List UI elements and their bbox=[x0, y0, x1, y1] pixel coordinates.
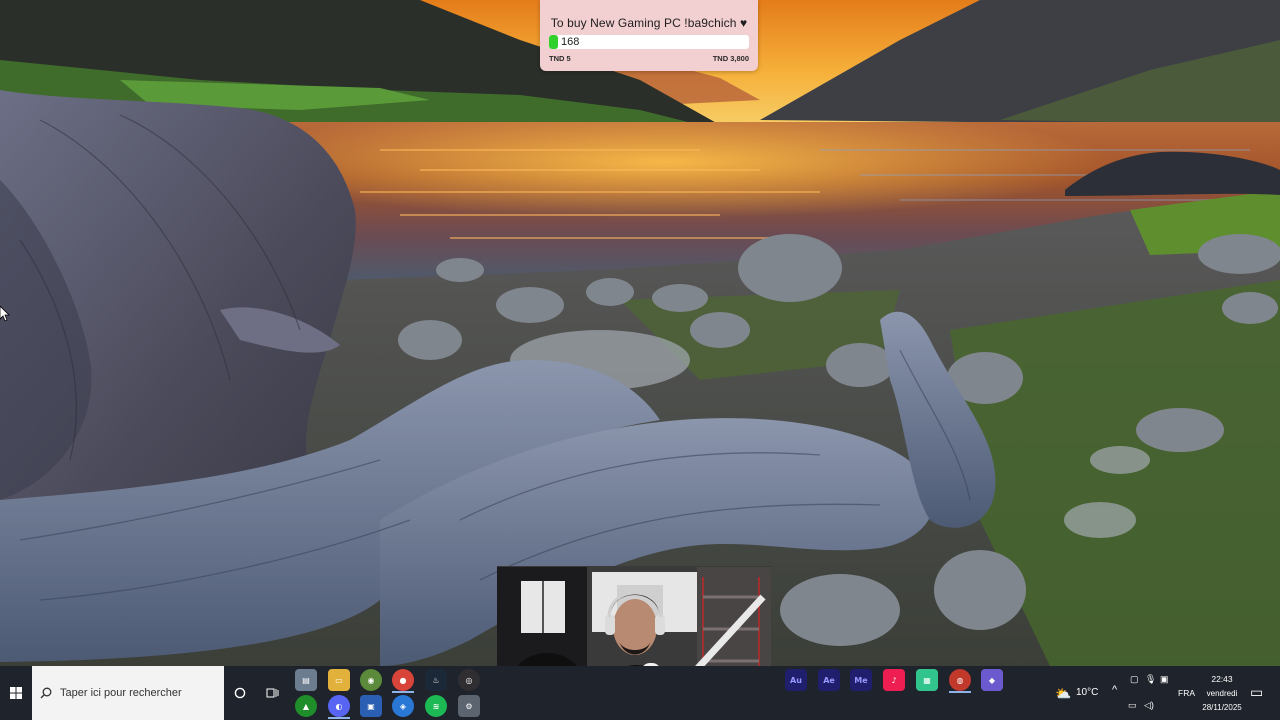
cortana-circle-icon bbox=[234, 687, 246, 699]
gem-app-icon[interactable]: ◆ bbox=[981, 669, 1003, 691]
cortana-button[interactable] bbox=[228, 681, 252, 705]
file-manager-icon[interactable]: ▤ bbox=[295, 669, 317, 691]
goal-min-label: TND 5 bbox=[549, 54, 571, 63]
clock-time[interactable]: 22:43 bbox=[1198, 674, 1246, 684]
task-view-icon bbox=[266, 688, 278, 698]
search-icon bbox=[32, 687, 60, 699]
goal-max-label: TND 3,800 bbox=[712, 54, 749, 63]
razer-icon[interactable]: ▲ bbox=[295, 695, 317, 717]
taskbar-search-box[interactable]: Taper ici pour rechercher bbox=[32, 666, 224, 720]
recorder-app-icon[interactable]: ◍ bbox=[949, 669, 971, 691]
file-explorer-icon[interactable]: ▭ bbox=[328, 669, 350, 691]
donation-goal-widget: To buy New Gaming PC !ba9chich ♥ 168 TND… bbox=[540, 0, 758, 71]
weather-icon[interactable]: ⛅ bbox=[1055, 686, 1071, 702]
clock-date[interactable]: 28/11/2025 bbox=[1198, 703, 1246, 712]
tiktok-icon[interactable]: ♪ bbox=[883, 669, 905, 691]
clock-day[interactable]: vendredi bbox=[1198, 689, 1246, 698]
recorder-active-indicator bbox=[949, 691, 971, 693]
mouse-cursor bbox=[0, 305, 10, 322]
chevron-up-icon[interactable]: ^ bbox=[1112, 684, 1117, 696]
start-button[interactable] bbox=[0, 666, 32, 720]
taskbar: Taper ici pour rechercher ▤ ▭ ◉ ● ♨ ◎ ▲ … bbox=[0, 666, 1280, 720]
vpn-app-icon[interactable]: ◈ bbox=[392, 695, 414, 717]
volume-icon[interactable]: ◁) bbox=[1144, 700, 1154, 711]
notifications-icon[interactable]: ▭ bbox=[1250, 684, 1263, 701]
search-placeholder: Taper ici pour rechercher bbox=[60, 687, 182, 699]
media-encoder-icon[interactable]: Me bbox=[850, 669, 872, 691]
spotify-icon[interactable]: ≋ bbox=[425, 695, 447, 717]
steam-icon[interactable]: ♨ bbox=[425, 669, 447, 691]
weather-temperature[interactable]: 10°C bbox=[1076, 687, 1098, 698]
tray-app-icon-2[interactable]: ▣ bbox=[1160, 674, 1169, 685]
audition-icon[interactable]: Au bbox=[785, 669, 807, 691]
discord-icon[interactable]: ◐ bbox=[328, 695, 350, 717]
browser-app-icon[interactable]: ◉ bbox=[360, 669, 382, 691]
chrome-active-indicator bbox=[392, 691, 414, 693]
tray-app-icon[interactable]: ▢ bbox=[1130, 674, 1139, 685]
chat-app-icon[interactable]: ▦ bbox=[916, 669, 938, 691]
goal-progress-bar: 168 bbox=[549, 35, 749, 49]
goal-title: To buy New Gaming PC !ba9chich ♥ bbox=[550, 16, 748, 30]
network-icon[interactable]: ▭ bbox=[1128, 700, 1137, 711]
windows-icon bbox=[10, 687, 22, 699]
chrome-icon[interactable]: ● bbox=[392, 669, 414, 691]
task-view-button[interactable] bbox=[260, 681, 284, 705]
settings-app-icon[interactable]: ⚙ bbox=[458, 695, 480, 717]
capture-app-icon[interactable]: ▣ bbox=[360, 695, 382, 717]
goal-progress-fill bbox=[549, 35, 558, 49]
language-indicator[interactable]: FRA bbox=[1178, 688, 1195, 698]
discord-active-indicator bbox=[328, 717, 350, 719]
microphone-icon[interactable]: 🎙 bbox=[1145, 674, 1156, 685]
goal-current-amount: 168 bbox=[561, 36, 580, 48]
obs-icon[interactable]: ◎ bbox=[458, 669, 480, 691]
after-effects-icon[interactable]: Ae bbox=[818, 669, 840, 691]
